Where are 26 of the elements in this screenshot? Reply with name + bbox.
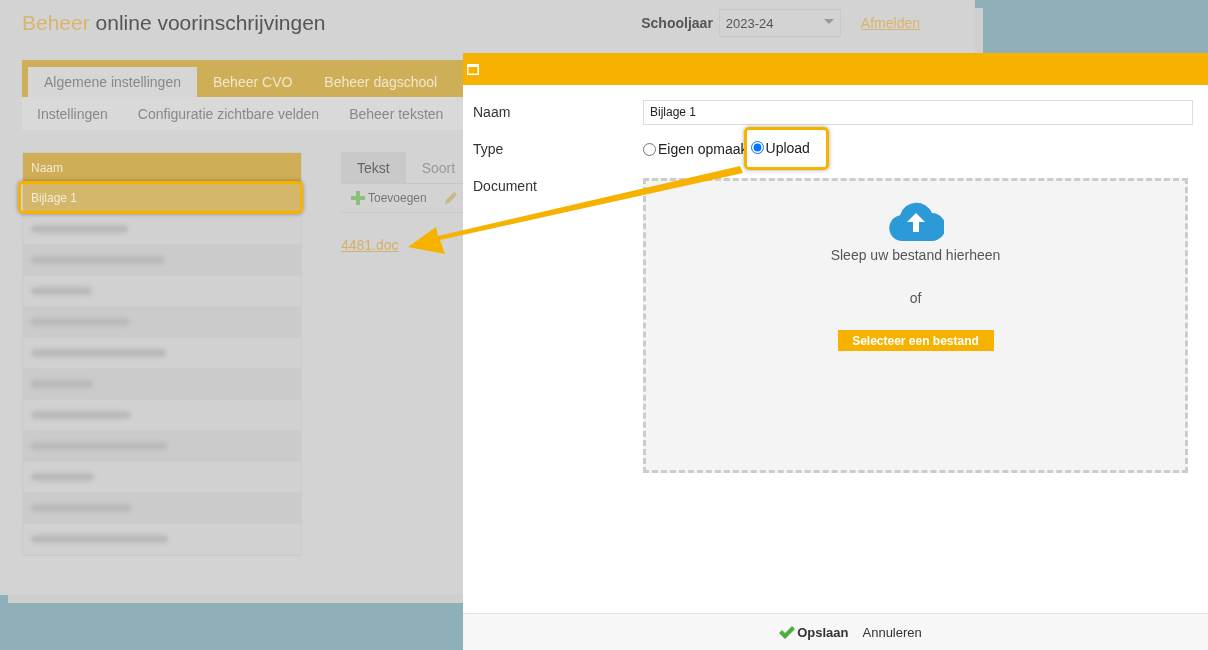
tab[interactable]: Tekst [341, 152, 406, 183]
logout-link[interactable]: Afmelden [860, 15, 920, 31]
save-button[interactable]: Opslaan [779, 624, 849, 640]
add-button[interactable]: Toevoegen [368, 191, 427, 205]
schooljaar-label: Schooljaar [641, 15, 713, 31]
column-header: Naam [23, 153, 301, 183]
tab[interactable]: Beheer dagschool [308, 67, 454, 97]
subtab[interactable]: Instellingen [22, 105, 123, 122]
drop-zone[interactable]: Sleep uw bestand hierheen of Selecteer een bestand [643, 178, 1188, 473]
tab[interactable]: Beheer CVO [197, 67, 309, 97]
or-text: of [909, 290, 922, 306]
subtab[interactable]: Beheer teksten [334, 105, 459, 122]
name-input[interactable]: Bijlage 1 [643, 99, 1193, 125]
subtab[interactable]: Configuratie zichtbare velden [122, 105, 335, 122]
option-label[interactable]: Upload [765, 139, 810, 156]
schooljaar-dropdown[interactable]: 2023-24 [718, 9, 841, 37]
field-label: Naam [473, 103, 512, 122]
cancel-button[interactable]: Annuleren [862, 624, 922, 640]
tab[interactable]: Algemene instellingen [28, 67, 197, 97]
drop-hint: Sleep uw bestand hierheen [830, 247, 1001, 263]
page-title: Beheer online voorinschrijvingen [22, 11, 326, 35]
select-file-button[interactable]: Selecteer een bestand [837, 330, 994, 351]
field-label: Type [473, 140, 505, 159]
tab[interactable]: Soort [405, 152, 456, 183]
field-label: Document [473, 177, 538, 196]
file-link[interactable]: 4481.doc [341, 237, 399, 253]
